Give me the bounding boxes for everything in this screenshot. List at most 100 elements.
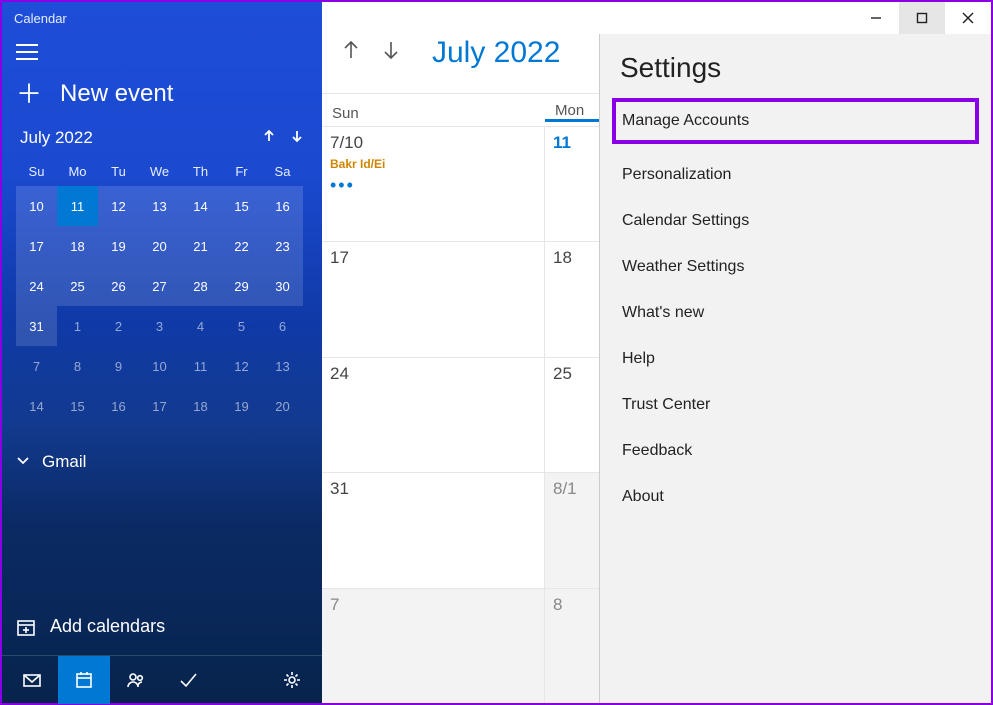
mini-day-cell[interactable]: 17 [139,386,180,426]
minimize-button[interactable] [853,2,899,34]
sidebar: Calendar ＋ New event July 2022 SuMoTuWeT… [2,2,322,703]
new-event-button[interactable]: ＋ New event [2,70,322,128]
mini-day-cell[interactable]: 30 [262,266,303,306]
mini-day-cell[interactable]: 26 [98,266,139,306]
mini-day-cell[interactable]: 19 [98,226,139,266]
mini-day-cell[interactable]: 14 [180,186,221,226]
mini-day-cell[interactable]: 18 [180,386,221,426]
mini-day-cell[interactable]: 8 [57,346,98,386]
mini-day-cell[interactable]: 27 [139,266,180,306]
mini-day-cell[interactable]: 7 [16,346,57,386]
mini-day-cell[interactable]: 15 [221,186,262,226]
mini-day-cell[interactable]: 17 [16,226,57,266]
dow-header: Sun [322,105,545,122]
mini-day-cell[interactable]: 19 [221,386,262,426]
mini-next-icon[interactable] [290,129,304,148]
main-title[interactable]: July 2022 [432,36,560,70]
settings-item[interactable]: About [620,474,971,520]
mini-day-cell[interactable]: 9 [98,346,139,386]
mini-day-cell[interactable]: 24 [16,266,57,306]
chevron-down-icon [16,452,30,472]
mini-calendar-title[interactable]: July 2022 [20,128,93,148]
day-cell[interactable]: 7 [322,589,545,703]
settings-item[interactable]: Manage Accounts [612,98,979,144]
window-controls [853,2,991,34]
calendar-add-icon [16,617,36,637]
mini-day-cell[interactable]: 12 [98,186,139,226]
mini-dow-cell: Su [16,156,57,186]
account-label: Gmail [42,452,86,472]
maximize-button[interactable] [899,2,945,34]
event-item[interactable]: Bakr Id/Ei [330,157,536,171]
add-calendars-button[interactable]: Add calendars [2,602,322,651]
mini-day-cell[interactable]: 1 [57,306,98,346]
settings-item[interactable]: What's new [620,290,971,336]
day-cell[interactable]: 7/10 Bakr Id/Ei ••• [322,127,545,241]
footer-nav [2,655,322,703]
mini-day-cell[interactable]: 16 [262,186,303,226]
mini-day-cell[interactable]: 2 [98,306,139,346]
mini-day-cell[interactable]: 21 [180,226,221,266]
mini-day-cell[interactable]: 29 [221,266,262,306]
mini-day-cell[interactable]: 13 [262,346,303,386]
mail-icon[interactable] [6,656,58,704]
mini-day-cell[interactable]: 28 [180,266,221,306]
mini-day-cell[interactable]: 20 [139,226,180,266]
mini-calendar: SuMoTuWeThFrSa 1011121314151617181920212… [2,156,322,426]
mini-day-cell[interactable]: 22 [221,226,262,266]
next-month-icon[interactable] [380,39,402,66]
settings-title: Settings [620,52,971,84]
calendar-icon[interactable] [58,656,110,704]
day-cell[interactable]: 31 [322,473,545,587]
todo-icon[interactable] [162,656,214,704]
mini-day-cell[interactable]: 16 [98,386,139,426]
mini-day-cell[interactable]: 6 [262,306,303,346]
day-cell[interactable]: 24 [322,358,545,472]
mini-day-cell[interactable]: 15 [57,386,98,426]
day-number: 24 [330,364,536,384]
add-calendars-label: Add calendars [50,616,165,637]
mini-day-cell[interactable]: 4 [180,306,221,346]
mini-day-cell[interactable]: 31 [16,306,57,346]
app-title: Calendar [2,2,322,34]
settings-item[interactable]: Feedback [620,428,971,474]
mini-day-cell[interactable]: 10 [16,186,57,226]
mini-day-cell[interactable]: 12 [221,346,262,386]
new-event-label: New event [60,80,173,108]
mini-day-cell[interactable]: 13 [139,186,180,226]
settings-panel: Settings Manage Accounts PersonalizationC… [599,34,991,703]
day-number: 7 [330,595,536,615]
mini-day-cell[interactable]: 5 [221,306,262,346]
mini-dow-cell: Tu [98,156,139,186]
people-icon[interactable] [110,656,162,704]
account-gmail[interactable]: Gmail [2,440,322,484]
mini-day-cell[interactable]: 11 [57,186,98,226]
settings-item[interactable]: Personalization [620,152,971,198]
mini-prev-icon[interactable] [262,129,276,148]
mini-dow-cell: We [139,156,180,186]
day-cell[interactable]: 17 [322,242,545,356]
settings-item[interactable]: Calendar Settings [620,198,971,244]
day-number: 17 [330,248,536,268]
mini-dow-cell: Fr [221,156,262,186]
more-events-icon[interactable]: ••• [330,175,536,196]
day-number: 7/10 [330,133,536,153]
mini-day-cell[interactable]: 20 [262,386,303,426]
close-button[interactable] [945,2,991,34]
mini-day-cell[interactable]: 14 [16,386,57,426]
hamburger-icon[interactable] [16,44,38,60]
day-number: 31 [330,479,536,499]
settings-item[interactable]: Trust Center [620,382,971,428]
mini-day-cell[interactable]: 10 [139,346,180,386]
prev-month-icon[interactable] [340,39,362,66]
settings-gear-icon[interactable] [266,656,318,704]
settings-item[interactable]: Weather Settings [620,244,971,290]
mini-dow-cell: Sa [262,156,303,186]
mini-day-cell[interactable]: 3 [139,306,180,346]
plus-icon: ＋ [16,81,42,107]
mini-day-cell[interactable]: 23 [262,226,303,266]
mini-day-cell[interactable]: 18 [57,226,98,266]
settings-item[interactable]: Help [620,336,971,382]
mini-day-cell[interactable]: 11 [180,346,221,386]
mini-day-cell[interactable]: 25 [57,266,98,306]
